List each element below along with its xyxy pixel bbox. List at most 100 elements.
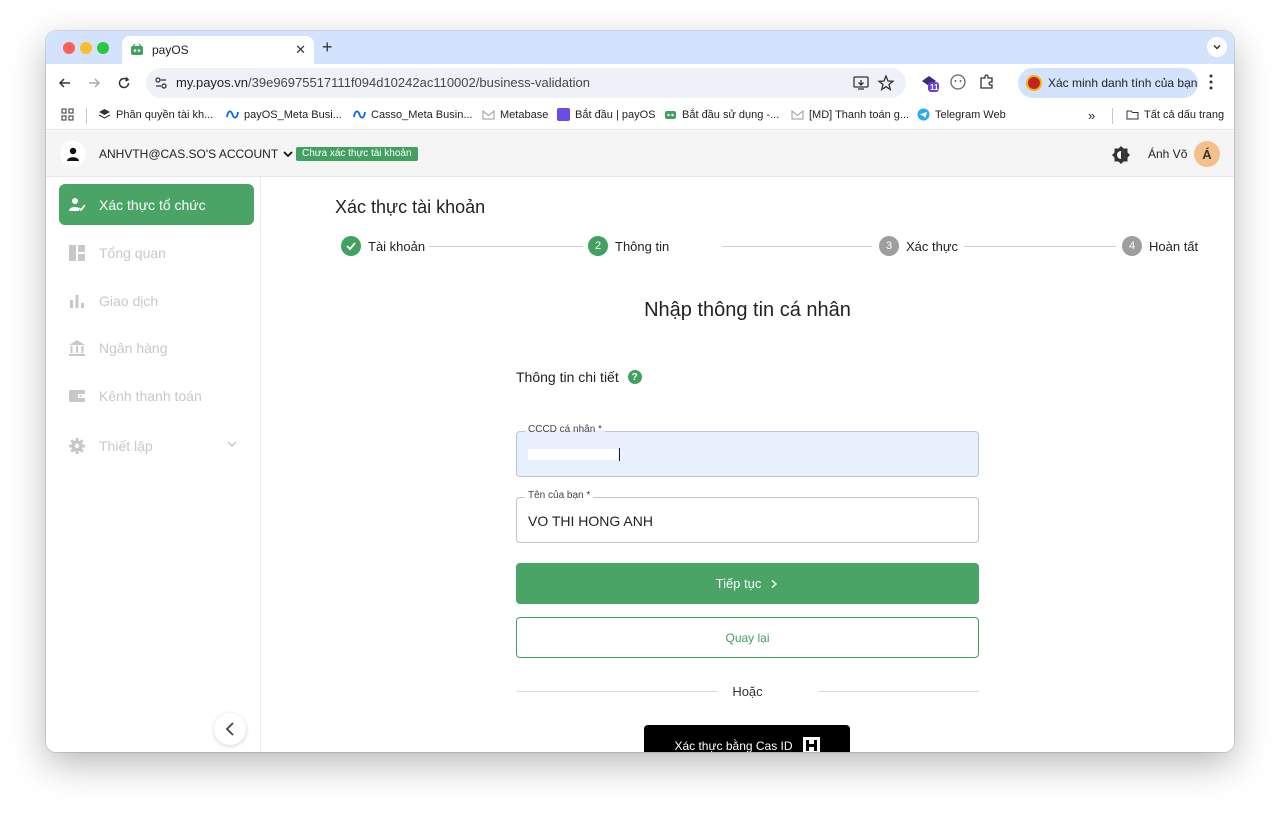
person-icon [67, 147, 79, 161]
bookmark-item[interactable]: Casso_Meta Busin... [353, 108, 473, 121]
cas-id-button[interactable]: Xác thực bằng Cas ID [644, 725, 850, 752]
step-label: Xác thực [906, 238, 959, 254]
collapse-sidebar-button[interactable] [214, 713, 246, 745]
chevron-down-icon [227, 441, 237, 448]
continue-button-label: Tiếp tục [715, 576, 762, 591]
or-divider: Hoặc [732, 684, 763, 699]
extensions-button[interactable] [978, 73, 996, 96]
account-name: ANHVTH@CAS.SO'S ACCOUNT [99, 147, 279, 161]
gmail-icon [791, 109, 804, 120]
browser-menu-button[interactable] [1208, 73, 1214, 96]
sidebar-item-ngan-hang[interactable]: Ngân hàng [59, 327, 254, 368]
telegram-icon [917, 108, 930, 121]
bookmark-item[interactable]: [MD] Thanh toán g... [791, 108, 909, 121]
step-label: Hoàn tất [1149, 238, 1199, 254]
tab-search-button[interactable] [1207, 37, 1227, 57]
tab-payos[interactable]: payOS ✕ [122, 36, 314, 64]
sidebar-item-kenh-thanh-toan[interactable]: Kênh thanh toán [59, 375, 254, 416]
user-name[interactable]: Ánh Võ [1148, 147, 1187, 161]
sidebar-item-giao-dich[interactable]: Giao dịch [59, 280, 254, 321]
close-tab-icon[interactable]: ✕ [295, 42, 306, 58]
bookmark-item[interactable]: Metabase [482, 108, 548, 121]
sidebar: Xác thực tổ chức Tổng quan Giao dịch Ngâ… [46, 177, 261, 752]
profile-chip[interactable]: Xác minh danh tính của bạn [1018, 68, 1198, 98]
close-window-button[interactable] [63, 42, 75, 54]
name-field-value: VO THI HONG ANH [528, 513, 653, 529]
gmail-icon [482, 109, 495, 120]
section-title: Nhập thông tin cá nhân [644, 299, 851, 321]
bookmark-item[interactable]: payOS_Meta Busi... [226, 108, 342, 121]
meta-icon [226, 110, 239, 119]
bookmarks-overflow-button[interactable]: » [1088, 108, 1095, 123]
brightness-icon [1112, 146, 1130, 164]
bookmark-item[interactable]: Telegram Web [917, 108, 1006, 121]
gear-icon [68, 437, 86, 455]
all-bookmarks-button[interactable]: Tất cả dấu trang [1126, 108, 1224, 121]
sidebar-item-tong-quan[interactable]: Tổng quan [59, 232, 254, 273]
account-switcher[interactable]: ANHVTH@CAS.SO'S ACCOUNT [99, 147, 294, 161]
continue-button[interactable]: Tiếp tục [516, 563, 979, 604]
bookmark-item[interactable]: Bắt đầu sử dụng -... [664, 108, 779, 121]
sidebar-item-xac-thuc-to-chuc[interactable]: Xác thực tổ chức [59, 184, 254, 225]
reload-button[interactable] [113, 72, 135, 94]
step-label: Tài khoản [368, 238, 426, 254]
browser-toolbar: my.payos.vn/39e96975517111f094d10242ac11… [46, 64, 1234, 102]
step-thong-tin: 2 Thông tin [588, 236, 669, 256]
sidebar-item-label: Tổng quan [99, 244, 166, 261]
sidebar-item-thiet-lap[interactable]: Thiết lập [59, 425, 254, 466]
apps-button[interactable] [61, 108, 74, 121]
app-header: ANHVTH@CAS.SO'S ACCOUNT Chưa xác thực tà… [46, 131, 1234, 177]
grid-icon [61, 108, 74, 121]
detail-label: Thông tin chi tiết ? [516, 369, 642, 385]
cas-id-button-label: Xác thực bằng Cas ID [674, 738, 793, 753]
account-status-badge: Chưa xác thực tài khoản [296, 147, 418, 161]
tab-title: payOS [152, 43, 189, 57]
sidebar-item-label: Giao dịch [99, 292, 159, 309]
extension-casso[interactable]: 11 [920, 73, 940, 93]
step-connector [722, 246, 872, 247]
user-avatar[interactable]: Á [1194, 141, 1220, 167]
bookmarks-bar: Phân quyền tài kh... payOS_Meta Busi... … [46, 102, 1234, 130]
theme-toggle[interactable] [1110, 144, 1132, 171]
install-app-icon[interactable] [852, 74, 870, 92]
maximize-window-button[interactable] [97, 42, 109, 54]
step-number: 4 [1122, 236, 1142, 256]
account-avatar[interactable] [60, 141, 86, 167]
chevron-left-icon [225, 722, 234, 736]
address-bar[interactable]: my.payos.vn/39e96975517111f094d10242ac11… [146, 68, 906, 98]
check-icon [341, 236, 361, 256]
bookmark-item[interactable]: Bắt đầu | payOS [557, 108, 656, 121]
payos-doc-icon [557, 108, 570, 121]
step-connector [964, 246, 1116, 247]
reload-icon [118, 77, 130, 89]
payos-favicon-icon [665, 111, 676, 119]
forward-button[interactable] [83, 72, 105, 94]
bookmark-item[interactable]: Phân quyền tài kh... [98, 108, 213, 121]
folder-icon [1126, 110, 1139, 120]
cas-id-logo-icon [802, 737, 820, 752]
sidebar-item-label: Thiết lập [99, 437, 153, 454]
payos-favicon-icon [131, 43, 143, 55]
extension-badge: 11 [930, 83, 939, 92]
back-button[interactable]: Quay lại [516, 617, 979, 658]
minimize-window-button[interactable] [80, 42, 92, 54]
layers-icon [98, 109, 111, 119]
new-tab-button[interactable]: + [322, 37, 333, 58]
name-field[interactable]: Tên của bạn * VO THI HONG ANH [516, 490, 979, 543]
name-field-label: Tên của bạn * [525, 490, 594, 501]
step-number: 3 [879, 236, 899, 256]
dashboard-icon [68, 244, 86, 262]
chevron-down-icon [1213, 44, 1221, 50]
sidebar-item-label: Xác thực tổ chức [99, 196, 206, 213]
url-text: my.payos.vn/39e96975517111f094d10242ac11… [176, 75, 590, 90]
help-icon[interactable]: ? [627, 370, 642, 384]
puzzle-icon [980, 74, 993, 89]
bank-icon [68, 339, 86, 357]
extension-face[interactable] [949, 73, 967, 96]
cccd-field[interactable]: CCCD cá nhân * [516, 424, 979, 477]
masked-value [528, 449, 618, 460]
bookmark-star-icon[interactable] [877, 74, 895, 92]
step-connector [429, 246, 583, 247]
back-button[interactable] [54, 72, 76, 94]
step-tai-khoan: Tài khoản [341, 236, 425, 256]
